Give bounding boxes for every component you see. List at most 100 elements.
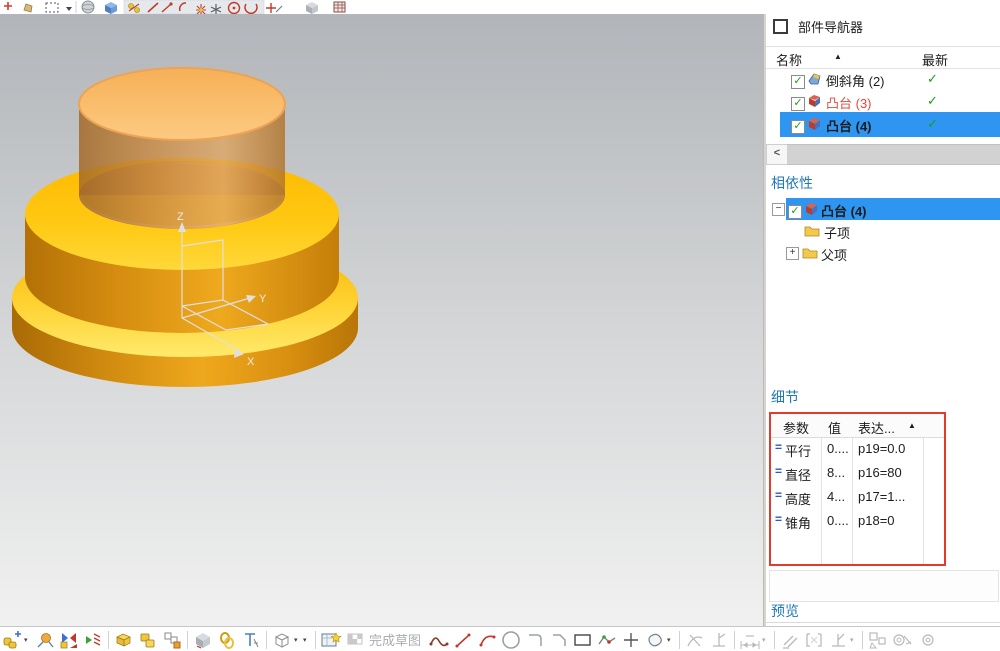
feature-label[interactable]: 倒斜角 (2)	[826, 71, 885, 90]
line-icon[interactable]	[451, 629, 475, 651]
feature-checkbox[interactable]: ✓	[791, 120, 805, 134]
circle-icon[interactable]	[499, 629, 523, 651]
parameter-row[interactable]: = 高度 4... p17=1...	[771, 485, 944, 509]
shaded-cube-icon[interactable]	[191, 629, 215, 651]
constraint-box-icon[interactable]	[802, 629, 826, 651]
boss-feature-icon	[807, 93, 822, 108]
parallel-constraint-icon[interactable]	[778, 629, 802, 651]
parents-label[interactable]: 父项	[821, 245, 847, 264]
horizontal-scrollbar[interactable]: <	[766, 144, 1000, 163]
feature-checkbox[interactable]: ✓	[791, 75, 805, 89]
dependency-root-label[interactable]: 凸台 (4)	[821, 201, 867, 220]
parameter-name: 平行	[785, 441, 811, 460]
crosshair-icon[interactable]	[4, 2, 12, 10]
sphere-icon[interactable]	[82, 1, 94, 13]
feature-row-boss4-selected[interactable]: ✓ 凸台 (4) ✓	[766, 112, 1000, 137]
children-label[interactable]: 子项	[824, 223, 850, 242]
wireframe-cube-icon[interactable]	[270, 629, 294, 651]
profile-polyline-icon[interactable]	[595, 629, 619, 651]
hand-icon[interactable]	[24, 4, 32, 12]
boss-feature-icon	[804, 201, 819, 216]
cubes-plus-icon[interactable]	[0, 629, 24, 651]
bottom-toolbar[interactable]: ▾	[0, 626, 1000, 651]
dropdown-icon[interactable]: ▾	[762, 636, 771, 644]
boss-feature-icon	[807, 116, 822, 131]
finish-sketch-button[interactable]: 完成草图	[369, 630, 421, 649]
grid-icon[interactable]	[334, 2, 345, 12]
scroll-left-button[interactable]: <	[766, 144, 788, 165]
parameter-expression: p19=0.0	[858, 441, 905, 456]
move-face-icon[interactable]	[112, 629, 136, 651]
pattern-faces-icon[interactable]	[160, 629, 184, 651]
value-column-header[interactable]: 值	[828, 418, 841, 437]
boss-preview[interactable]	[79, 68, 285, 229]
dependency-parents-row[interactable]: + 父项	[766, 242, 1000, 264]
gear-tools-icon[interactable]	[890, 629, 914, 651]
nx-application-window: Z Y X 部件导航器 名称 ▲ 最新 ✓ 倒斜角 (2) ✓ ✓	[0, 0, 1000, 651]
perpendicular-constraint-icon[interactable]	[826, 629, 850, 651]
pattern-curve-icon[interactable]	[866, 629, 890, 651]
selection-box-icon[interactable]	[46, 3, 58, 12]
toolbar-separator	[679, 631, 680, 649]
details-header-row[interactable]: 参数 值 表达... ▲	[771, 414, 944, 438]
expression-equals-icon: =	[775, 512, 782, 526]
feature-checkbox[interactable]: ✓	[788, 205, 802, 219]
collapse-icon[interactable]: −	[772, 203, 785, 216]
preview-title: 预览	[771, 601, 799, 621]
rectangle-icon[interactable]	[571, 629, 595, 651]
section-icon[interactable]	[81, 629, 105, 651]
sort-ascending-icon[interactable]: ▲	[834, 52, 842, 61]
panel-title: 部件导航器	[798, 17, 863, 36]
dimension-icon[interactable]	[738, 629, 762, 651]
parameter-row[interactable]: = 平行 0.... p19=0.0	[771, 437, 944, 461]
parameter-row[interactable]: = 直径 8... p16=80	[771, 461, 944, 485]
fillet-icon[interactable]	[523, 629, 547, 651]
dropdown-icon[interactable]: ▾	[667, 636, 676, 644]
panel-checkbox-icon[interactable]	[773, 19, 788, 34]
finish-flag-icon[interactable]	[343, 629, 367, 651]
scrollbar-track[interactable]	[787, 144, 1000, 165]
dropdown-icon[interactable]	[66, 7, 72, 11]
cube-icon[interactable]	[105, 2, 117, 14]
feature-row-chamfer[interactable]: ✓ 倒斜角 (2) ✓	[766, 68, 1000, 90]
top-toolbar[interactable]	[0, 0, 1000, 15]
graphics-viewport[interactable]: Z Y X	[0, 14, 763, 626]
dropdown-icon[interactable]: ▾	[303, 636, 312, 644]
point-plus-icon[interactable]	[619, 629, 643, 651]
dropdown-icon[interactable]: ▾	[24, 636, 33, 644]
sort-ascending-icon[interactable]: ▲	[908, 421, 916, 430]
parameter-column-header[interactable]: 参数	[783, 418, 809, 437]
dependency-children-row[interactable]: 子项	[766, 220, 1000, 242]
sketch-icon[interactable]	[319, 629, 343, 651]
wave-link-icon[interactable]	[215, 629, 239, 651]
arc-icon[interactable]	[475, 629, 499, 651]
plus-line-icon[interactable]	[266, 3, 282, 13]
sphere-arrows-icon[interactable]	[33, 629, 57, 651]
y-axis-label: Y	[259, 293, 267, 305]
navigator-column-header[interactable]: 名称 ▲ 最新	[766, 46, 1000, 69]
name-column-header[interactable]: 名称	[776, 50, 802, 69]
boolean-cubes-icon[interactable]	[136, 629, 160, 651]
parameter-value: 0....	[827, 441, 849, 456]
gear-tools-icon-2[interactable]	[914, 629, 938, 651]
dropdown-icon[interactable]: ▾	[850, 636, 859, 644]
dependency-root-row[interactable]: − ✓ 凸台 (4)	[766, 198, 1000, 220]
chamfer-corner-icon[interactable]	[547, 629, 571, 651]
parameter-expression: p16=80	[858, 465, 902, 480]
measure-icon[interactable]	[239, 629, 263, 651]
mirror-feature-icon[interactable]	[57, 629, 81, 651]
expand-icon[interactable]: +	[786, 247, 799, 260]
expression-column-header[interactable]: 表达...	[858, 418, 895, 437]
feature-checkbox[interactable]: ✓	[791, 97, 805, 111]
project-curve-icon[interactable]	[707, 629, 731, 651]
region-blob-icon[interactable]	[643, 629, 667, 651]
status-column-header[interactable]: 最新	[922, 50, 948, 69]
spline-icon[interactable]	[427, 629, 451, 651]
trim-icon[interactable]	[683, 629, 707, 651]
parameter-row[interactable]: = 锥角 0.... p18=0	[771, 509, 944, 533]
feature-label[interactable]: 凸台 (3)	[826, 93, 872, 112]
shaded-cube-icon[interactable]	[306, 2, 318, 14]
dropdown-icon[interactable]: ▾	[294, 636, 303, 644]
feature-label[interactable]: 凸台 (4)	[826, 116, 872, 135]
feature-row-boss3[interactable]: ✓ 凸台 (3) ✓	[766, 90, 1000, 112]
